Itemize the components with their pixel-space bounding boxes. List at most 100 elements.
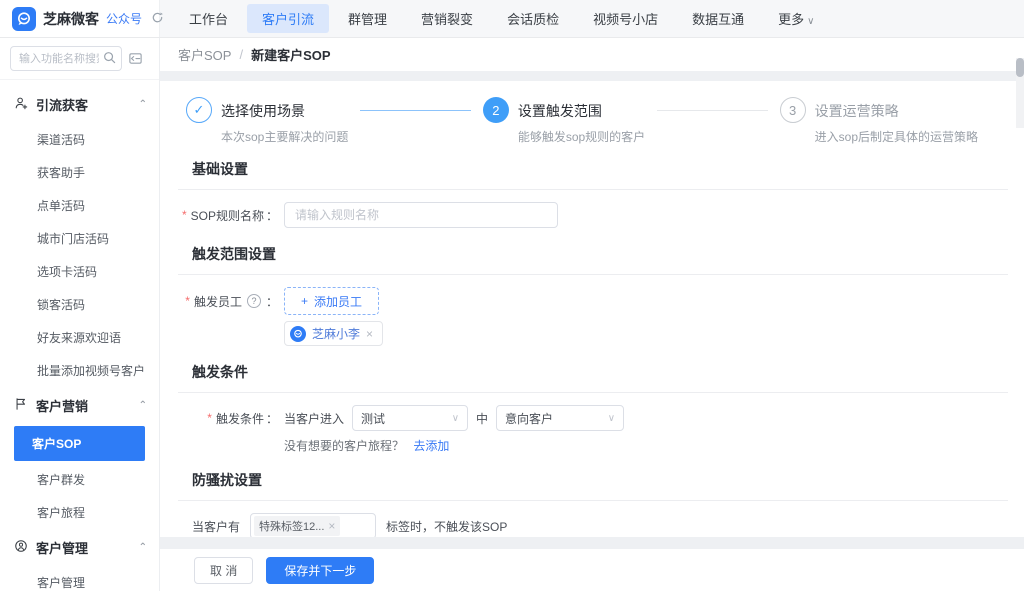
journey-select[interactable]: 测试 ∨ [352, 405, 468, 431]
nav-item-more[interactable]: 更多∨ [763, 4, 829, 33]
top-navbar: 芝麻微客 公众号 工作台 客户引流 群管理 营销裂变 会话质检 视频号小店 数据… [0, 0, 1024, 38]
body: 引流获客 ⌃ 渠道活码 获客助手 点单活码 城市门店活码 选项卡活码 锁客活码 … [0, 38, 1024, 591]
nav-item-marketing-fission[interactable]: 营销裂变 [406, 4, 488, 33]
sidebar-item-friend-source-welcome[interactable]: 好友来源欢迎语 [0, 321, 159, 354]
stepper: ✓ 选择使用场景 本次sop主要解决的问题 2 设置触发范围 能够触发sop规则… [186, 97, 978, 145]
nav-item-channels-shop[interactable]: 视频号小店 [578, 4, 673, 33]
exclude-tag: 特殊标签12... × [254, 516, 340, 536]
sidebar-section-management[interactable]: 客户管理 ⌃ [0, 529, 159, 566]
nav-item-chat-inspection[interactable]: 会话质检 [492, 4, 574, 33]
sidebar: 引流获客 ⌃ 渠道活码 获客助手 点单活码 城市门店活码 选项卡活码 锁客活码 … [0, 38, 160, 591]
section-divider [178, 392, 1008, 393]
flag-icon [14, 397, 28, 414]
collapse-caret-icon[interactable]: ⌃ [139, 400, 147, 411]
step-2-trigger-range: 2 设置触发范围 能够触发sop规则的客户 [483, 97, 645, 145]
staff-avatar [290, 326, 306, 342]
step-2-number: 2 [483, 97, 509, 123]
antiharass-row: 当客户有 特殊标签12... × 标签时，不触发该SOP [192, 513, 1008, 537]
sidebar-section-acquisition[interactable]: 引流获客 ⌃ [0, 86, 159, 123]
nav-item-data-interop[interactable]: 数据互通 [677, 4, 759, 33]
antiharass-suffix-text: 标签时，不触发该SOP [386, 518, 507, 535]
sidebar-item-tab-qr[interactable]: 选项卡活码 [0, 255, 159, 288]
rule-name-row: * SOP规则名称： [178, 202, 1008, 228]
primary-nav: 工作台 客户引流 群管理 营销裂变 会话质检 视频号小店 数据互通 更多∨ [160, 0, 1024, 37]
section-antiharass-title: 防骚扰设置 [192, 470, 1008, 490]
save-next-button[interactable]: 保存并下一步 [266, 557, 374, 584]
step-3-desc: 进入sop后制定具体的运营策略 [815, 128, 978, 145]
step-3-number: 3 [780, 97, 806, 123]
section-trigger-range-title: 触发范围设置 [192, 244, 1008, 264]
help-icon[interactable]: ? [247, 294, 261, 308]
step-1-title: 选择使用场景 [221, 97, 348, 121]
chevron-down-icon: ∨ [807, 16, 814, 27]
brand-area: 芝麻微客 公众号 [0, 0, 160, 37]
stage-select[interactable]: 意向客户 ∨ [496, 405, 624, 431]
collapse-caret-icon[interactable]: ⌃ [139, 99, 147, 110]
trigger-staff-label: * 触发员工 ? ： [178, 293, 278, 310]
collapse-panel-icon[interactable] [128, 51, 143, 66]
nav-item-group-management[interactable]: 群管理 [333, 4, 402, 33]
add-staff-button[interactable]: + 添加员工 [284, 287, 379, 315]
nav-item-customer-acquisition[interactable]: 客户引流 [247, 4, 329, 33]
staff-tag: 芝麻小李 × [284, 321, 383, 346]
journey-hint-row: 没有想要的客户旅程？ 去添加 [284, 437, 1008, 454]
sidebar-item-customer-management[interactable]: 客户管理 [0, 566, 159, 591]
stage-select-value: 意向客户 [505, 410, 553, 427]
condition-middle-text: 中 [476, 410, 488, 427]
sidebar-item-acquisition-assistant[interactable]: 获客助手 [0, 156, 159, 189]
app-window: 芝麻微客 公众号 工作台 客户引流 群管理 营销裂变 会话质检 视频号小店 数据… [0, 0, 1024, 591]
sidebar-item-customer-sop[interactable]: 客户SOP [14, 426, 145, 461]
scrollbar-thumb[interactable] [1016, 58, 1024, 77]
sidebar-item-order-qr[interactable]: 点单活码 [0, 189, 159, 222]
remove-tag-icon[interactable]: × [328, 519, 335, 533]
chevron-down-icon: ∨ [608, 413, 615, 424]
official-account-badge[interactable]: 公众号 [106, 10, 142, 27]
step-connector-pending [657, 110, 767, 111]
user-manage-icon [14, 539, 28, 556]
cancel-button[interactable]: 取 消 [194, 557, 253, 584]
section-divider [178, 274, 1008, 275]
remove-staff-icon[interactable]: × [366, 327, 373, 341]
sidebar-search-row [0, 38, 159, 80]
breadcrumb-parent[interactable]: 客户SOP [178, 45, 231, 64]
footer-action-bar: 取 消 保存并下一步 [160, 549, 1024, 591]
add-journey-link[interactable]: 去添加 [413, 439, 449, 453]
journey-hint-text: 没有想要的客户旅程？ [284, 439, 404, 453]
rule-name-input[interactable] [284, 202, 558, 228]
section-trigger-condition-title: 触发条件 [192, 362, 1008, 382]
required-asterisk: * [185, 294, 190, 308]
sidebar-section-marketing[interactable]: 客户营销 ⌃ [0, 387, 159, 424]
section-divider [178, 500, 1008, 501]
section-basic-settings-title: 基础设置 [192, 159, 1008, 179]
sidebar-item-city-store-qr[interactable]: 城市门店活码 [0, 222, 159, 255]
step-3-operation-strategy: 3 设置运营策略 进入sop后制定具体的运营策略 [780, 97, 978, 145]
journey-select-value: 测试 [361, 410, 385, 427]
app-logo-icon [12, 7, 36, 31]
step-2-title: 设置触发范围 [518, 97, 645, 121]
search-icon[interactable] [103, 51, 116, 67]
sidebar-item-customer-broadcast[interactable]: 客户群发 [0, 463, 159, 496]
sidebar-item-customer-journey[interactable]: 客户旅程 [0, 496, 159, 529]
nav-item-workbench[interactable]: 工作台 [174, 4, 243, 33]
step-3-title: 设置运营策略 [815, 97, 978, 121]
exclude-tags-input[interactable]: 特殊标签12... × [250, 513, 376, 537]
search-box [10, 46, 122, 71]
required-asterisk: * [207, 411, 212, 425]
step-1-check-icon: ✓ [186, 97, 212, 123]
sidebar-menu: 引流获客 ⌃ 渠道活码 获客助手 点单活码 城市门店活码 选项卡活码 锁客活码 … [0, 80, 159, 591]
form-card: ✓ 选择使用场景 本次sop主要解决的问题 2 设置触发范围 能够触发sop规则… [160, 81, 1024, 537]
step-connector-done [360, 110, 470, 111]
breadcrumb-current: 新建客户SOP [251, 45, 330, 64]
trigger-staff-row: * 触发员工 ? ： + 添加员工 [178, 287, 1008, 315]
required-asterisk: * [182, 208, 187, 222]
sidebar-item-lock-customer-qr[interactable]: 锁客活码 [0, 288, 159, 321]
step-1-choose-scene: ✓ 选择使用场景 本次sop主要解决的问题 [186, 97, 348, 145]
collapse-caret-icon[interactable]: ⌃ [139, 542, 147, 553]
sidebar-item-channel-qr[interactable]: 渠道活码 [0, 123, 159, 156]
step-1-desc: 本次sop主要解决的问题 [221, 128, 348, 145]
chevron-down-icon: ∨ [452, 413, 459, 424]
trigger-condition-row: * 触发条件： 当客户进入 测试 ∨ 中 意向客户 ∨ [178, 405, 1008, 431]
sidebar-item-batch-add-channels-customers[interactable]: 批量添加视频号客户 [0, 354, 159, 387]
breadcrumb: 客户SOP / 新建客户SOP [160, 38, 1024, 71]
antiharass-prefix-text: 当客户有 [192, 518, 240, 535]
